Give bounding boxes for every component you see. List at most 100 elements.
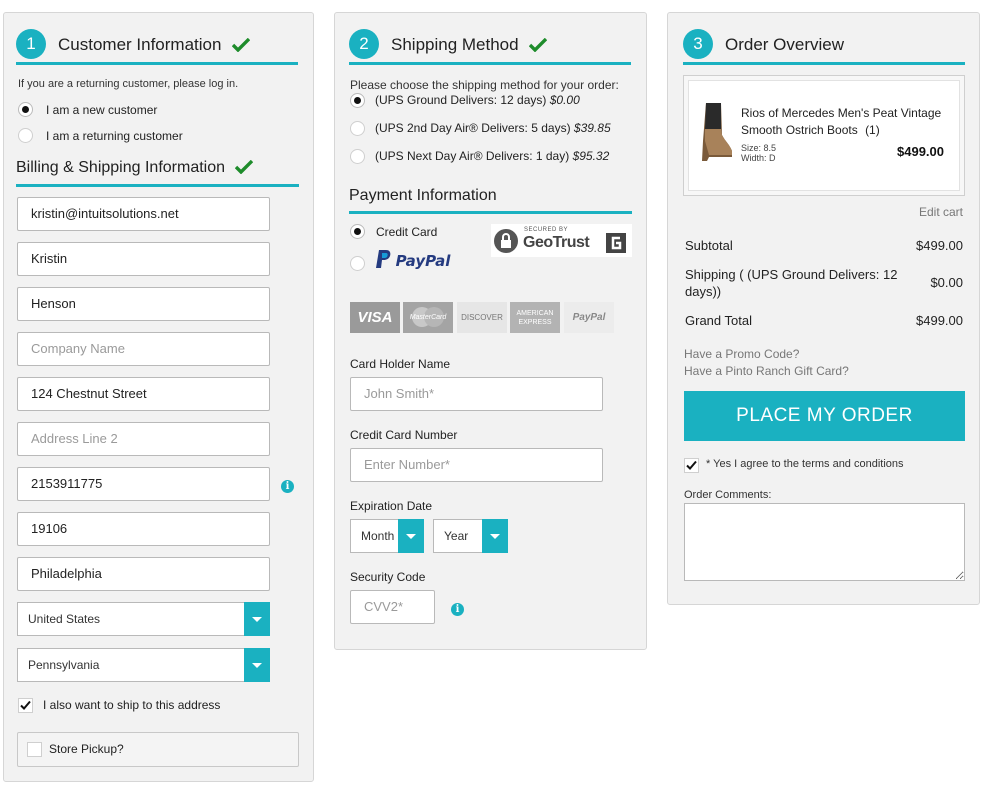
subtotal-row: Subtotal $499.00 <box>685 238 963 253</box>
state-select[interactable]: Pennsylvania <box>17 648 270 682</box>
security-code-info-icon[interactable]: i <box>451 603 464 616</box>
amex-logo: AMERICAN EXPRESS <box>510 302 560 333</box>
shipping-method-price: $39.85 <box>573 121 611 135</box>
paypal-card-logo: PayPal <box>564 302 614 333</box>
geotrust-mark-icon <box>606 233 626 253</box>
returning-customer-radio[interactable] <box>18 128 33 143</box>
credit-card-radio[interactable] <box>350 224 365 239</box>
address-line-2-field[interactable]: Address Line 2 <box>17 422 270 456</box>
product-width: Width: D <box>741 153 776 163</box>
chevron-down-icon <box>244 648 270 682</box>
company-field[interactable]: Company Name <box>17 332 270 366</box>
chevron-down-icon <box>398 519 424 553</box>
card-holder-field[interactable]: John Smith* <box>350 377 603 411</box>
check-icon <box>232 38 251 52</box>
promo-code-link[interactable]: Have a Promo Code? <box>684 347 799 361</box>
cart-item: Rios of Mercedes Men's Peat Vintage Smoo… <box>688 80 960 191</box>
order-overview-title: Order Overview <box>725 35 845 54</box>
security-code-field[interactable]: CVV2* <box>350 590 435 624</box>
last-name-field[interactable]: Henson <box>17 287 270 321</box>
customer-information-header: 1 Customer Information <box>16 29 298 65</box>
card-number-field[interactable]: Enter Number* <box>350 448 603 482</box>
customer-information-panel: 1 Customer Information If you are a retu… <box>3 12 314 782</box>
card-holder-label: Card Holder Name <box>350 357 451 371</box>
mastercard-label: MasterCard <box>409 314 447 321</box>
order-comments-textarea[interactable] <box>684 503 965 581</box>
shipping-next-day-radio[interactable] <box>350 149 365 164</box>
year-value: Year <box>444 529 469 543</box>
store-pickup-checkbox[interactable] <box>27 742 42 757</box>
order-overview-header: 3 Order Overview <box>683 29 965 65</box>
edit-cart-link[interactable]: Edit cart <box>919 205 963 219</box>
shipping-2nd-day-radio[interactable] <box>350 121 365 136</box>
geotrust-name: GeoTrust <box>523 234 590 251</box>
shipping-method-header: 2 Shipping Method <box>349 29 631 65</box>
shipping-payment-panel: 2 Shipping Method Please choose the ship… <box>334 12 647 650</box>
shipping-method-label: (UPS Ground Delivers: 12 days) <box>375 93 547 107</box>
chevron-down-icon <box>482 519 508 553</box>
shipping-2nd-day-option: (UPS 2nd Day Air® Delivers: 5 days) $39.… <box>375 121 611 135</box>
product-name[interactable]: Rios of Mercedes Men's Peat Vintage Smoo… <box>741 106 941 137</box>
store-pickup-box[interactable]: Store Pickup? <box>17 732 299 767</box>
gift-card-link[interactable]: Have a Pinto Ranch Gift Card? <box>684 364 849 378</box>
country-select[interactable]: United States <box>17 602 270 636</box>
shipping-prompt: Please choose the shipping method for yo… <box>350 78 619 92</box>
shipping-value: $0.00 <box>930 275 963 290</box>
product-quantity: (1) <box>865 123 880 137</box>
product-title: Rios of Mercedes Men's Peat Vintage Smoo… <box>741 105 955 139</box>
state-value: Pennsylvania <box>28 658 100 672</box>
shipping-method-price: $0.00 <box>549 93 580 107</box>
address-line-1-field[interactable]: 124 Chestnut Street <box>17 377 270 411</box>
email-field[interactable]: kristin@intuitsolutions.net <box>17 197 270 231</box>
shipping-method-price: $95.32 <box>572 149 610 163</box>
chevron-down-icon <box>244 602 270 636</box>
card-number-label: Credit Card Number <box>350 428 458 442</box>
city-field[interactable]: Philadelphia <box>17 557 270 591</box>
customer-information-title: Customer Information <box>58 35 222 54</box>
step-number-1: 1 <box>16 29 46 59</box>
discover-logo: DISCOVER <box>457 302 507 333</box>
section-title: Shipping Method <box>391 35 548 55</box>
shipping-label: Shipping ( (UPS Ground Delivers: 12 days… <box>685 267 898 299</box>
country-value: United States <box>28 612 101 626</box>
new-customer-label: I am a new customer <box>46 103 158 117</box>
shipping-ground-radio[interactable] <box>350 93 365 108</box>
payment-information-header: Payment Information <box>349 187 632 214</box>
paypal-wordmark: PayPal <box>395 252 451 270</box>
order-comments-label: Order Comments: <box>684 489 772 501</box>
billing-shipping-header: Billing & Shipping Information <box>16 159 299 187</box>
check-icon <box>529 38 548 52</box>
zip-field[interactable]: 19106 <box>17 512 270 546</box>
grand-total-value: $499.00 <box>916 313 963 328</box>
place-order-button[interactable]: PLACE MY ORDER <box>684 391 965 441</box>
shipping-method-label: (UPS Next Day Air® Delivers: 1 day) <box>375 149 570 163</box>
phone-info-icon[interactable]: i <box>281 480 294 493</box>
phone-field[interactable]: 2153911775 <box>17 467 270 501</box>
section-title: Customer Information <box>58 35 251 55</box>
ship-to-address-checkbox[interactable] <box>18 698 33 713</box>
checkmark-icon <box>20 700 31 710</box>
month-value: Month <box>361 529 395 543</box>
visa-logo: VISA <box>350 302 400 333</box>
lock-icon <box>494 229 518 253</box>
new-customer-radio[interactable] <box>18 102 33 117</box>
paypal-radio[interactable] <box>350 256 365 271</box>
shipping-row: Shipping ( (UPS Ground Delivers: 12 days… <box>685 266 963 302</box>
credit-card-label: Credit Card <box>376 225 438 239</box>
step-number-3: 3 <box>683 29 713 59</box>
check-icon <box>234 160 253 174</box>
subtotal-label: Subtotal <box>685 238 733 253</box>
expiration-label: Expiration Date <box>350 499 433 513</box>
cowboy-boot-image <box>702 103 732 161</box>
checkmark-icon <box>686 460 697 470</box>
first-name-field[interactable]: Kristin <box>17 242 270 276</box>
returning-customer-label: I am a returning customer <box>46 129 183 143</box>
grand-total-row: Grand Total $499.00 <box>685 313 963 328</box>
month-select[interactable]: Month <box>350 519 424 553</box>
shipping-next-day-option: (UPS Next Day Air® Delivers: 1 day) $95.… <box>375 149 609 163</box>
terms-checkbox[interactable] <box>684 458 699 473</box>
ship-to-address-label: I also want to ship to this address <box>43 698 221 712</box>
year-select[interactable]: Year <box>433 519 508 553</box>
subtotal-value: $499.00 <box>916 238 963 253</box>
grand-total-label: Grand Total <box>685 313 752 328</box>
